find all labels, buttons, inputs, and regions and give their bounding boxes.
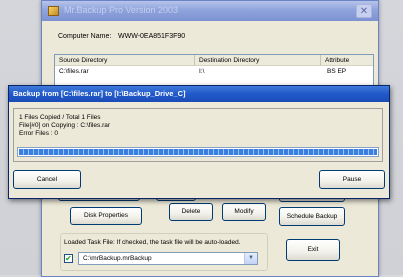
status-panel: 1 Files Copied / Total 1 Files File[#0] … — [13, 108, 383, 162]
app-icon — [48, 6, 59, 16]
main-window-title: Mr.Backup Pro Version 2003 — [64, 5, 179, 15]
row-attribute: BS EP — [327, 68, 347, 75]
column-header-source[interactable]: Source Directory — [55, 55, 195, 66]
close-icon[interactable]: ✕ — [356, 4, 372, 18]
status-error-files: Error Files : 0 — [19, 130, 59, 137]
computer-name-label: Computer Name: — [58, 33, 112, 40]
schedule-backup-button[interactable]: Schedule Backup — [279, 207, 345, 226]
task-file-value: C:\mrBackup.mrBackup — [83, 255, 152, 262]
pause-button[interactable]: Pause — [319, 170, 385, 189]
progress-fill — [19, 149, 377, 155]
backup-progress-dialog: Backup from [C:\files.rar] to [I:\Backup… — [8, 85, 390, 199]
loaded-task-label: Loaded Task File: If checked, the task f… — [64, 239, 241, 246]
status-files-copied: 1 Files Copied / Total 1 Files — [19, 114, 101, 121]
row-destination: I:\ — [199, 68, 205, 75]
delete-button[interactable]: Delete — [169, 203, 213, 221]
cancel-button[interactable]: Cancel — [13, 170, 81, 189]
main-title-bar[interactable]: Mr.Backup Pro Version 2003 ✕ — [42, 1, 378, 21]
chevron-down-icon[interactable]: ▼ — [244, 253, 257, 264]
dialog-title-bar[interactable]: Backup from [C:\files.rar] to [I:\Backup… — [9, 86, 389, 102]
autoload-checkbox[interactable]: ✔ — [64, 254, 73, 263]
status-current-file: File[#0] on Copying : C:\files.rar — [19, 122, 111, 129]
column-header-destination[interactable]: Destination Directory — [195, 55, 321, 66]
row-source: C:\files.rar — [59, 68, 89, 75]
disk-properties-button[interactable]: Disk Properties — [70, 207, 142, 225]
exit-button[interactable]: Exit — [286, 239, 340, 261]
task-file-select[interactable]: C:\mrBackup.mrBackup ▼ — [78, 252, 258, 265]
progress-bar — [17, 147, 379, 157]
check-icon: ✔ — [65, 254, 72, 263]
modify-button[interactable]: Modify — [222, 203, 266, 221]
column-header-attribute[interactable]: Attribute — [321, 55, 373, 66]
computer-name-value: WWW-0EA851F3F90 — [118, 33, 186, 40]
